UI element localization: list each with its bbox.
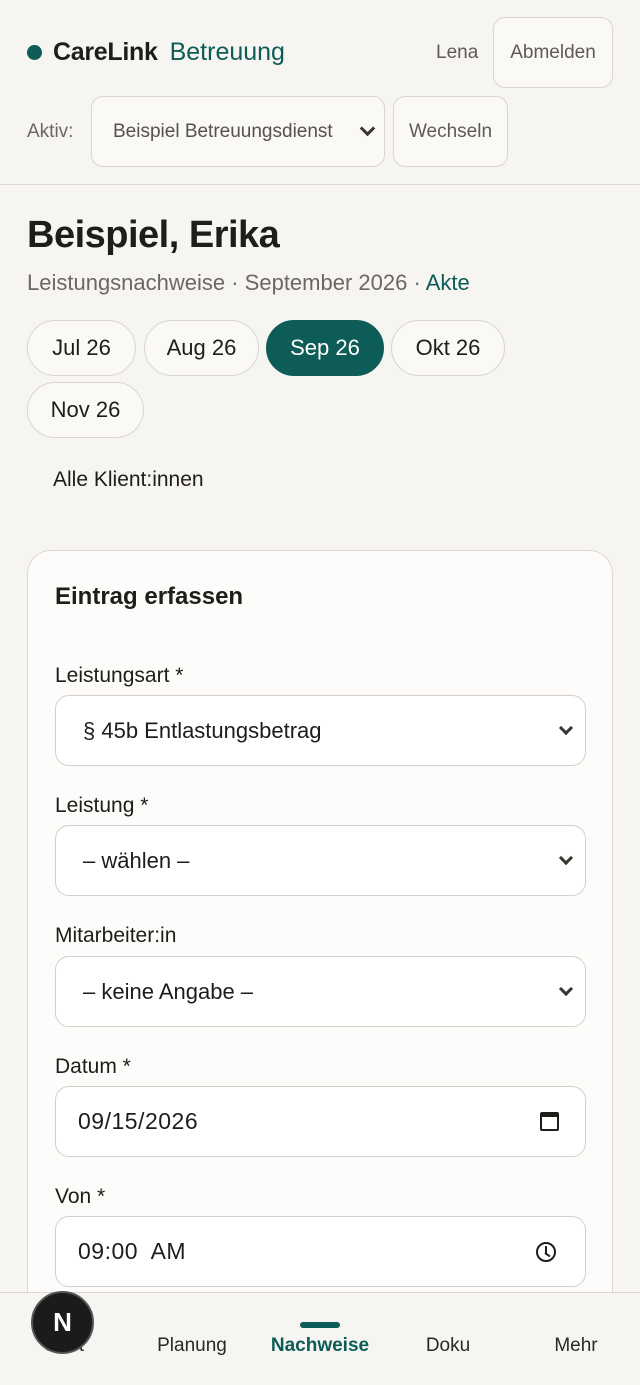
von-input[interactable]: 09:00 AM <box>55 1216 586 1287</box>
month-pill-jul[interactable]: Jul 26 <box>27 320 136 376</box>
von-value: 09:00 AM <box>78 1238 187 1264</box>
nav-item-doku[interactable]: Doku <box>384 1335 512 1357</box>
subtitle-text: Leistungsnachweise · September 2026 · <box>27 270 426 295</box>
dev-badge-icon[interactable]: N <box>31 1291 94 1354</box>
bottom-nav: Start Planung Nachweise Doku Mehr <box>0 1292 640 1385</box>
mitarbeiter-select[interactable]: – keine Angabe – <box>55 956 586 1027</box>
leistungsart-value: § 45b Entlastungsbetrag <box>83 717 322 743</box>
leistung-select[interactable]: – wählen – <box>55 825 586 896</box>
mitarbeiter-label: Mitarbeiter:in <box>55 924 177 947</box>
page-subtitle: Leistungsnachweise · September 2026 · Ak… <box>27 270 470 296</box>
clock-icon[interactable] <box>536 1242 556 1262</box>
calendar-icon[interactable] <box>540 1112 559 1131</box>
datum-label: Datum * <box>55 1055 131 1078</box>
nav-item-nachweise[interactable]: Nachweise <box>256 1335 384 1357</box>
chevron-down-icon <box>558 981 574 997</box>
logout-button[interactable]: Abmelden <box>493 17 613 88</box>
chevron-down-icon <box>558 720 574 736</box>
active-service-label: Aktiv: <box>27 121 74 142</box>
leistung-value: – wählen – <box>83 847 190 873</box>
page-title: Beispiel, Erika <box>27 214 280 256</box>
month-pill-nov[interactable]: Nov 26 <box>27 382 144 438</box>
month-pill-aug[interactable]: Aug 26 <box>144 320 259 376</box>
brand-dot-icon <box>27 44 42 60</box>
chevron-down-icon <box>359 120 376 137</box>
user-name: Lena <box>436 42 479 63</box>
leistung-label: Leistung * <box>55 794 149 817</box>
app-header: CareLink Betreuung Lena Abmelden Aktiv: … <box>0 0 640 185</box>
nav-active-indicator <box>300 1322 340 1328</box>
month-pill-okt[interactable]: Okt 26 <box>391 320 505 376</box>
switch-button[interactable]: Wechseln <box>393 96 508 167</box>
form-title: Eintrag erfassen <box>55 583 244 610</box>
service-select-value: Beispiel Betreuungsdienst <box>113 120 333 142</box>
brand-subtitle: Betreuung <box>169 37 285 66</box>
month-pill-sep[interactable]: Sep 26 <box>266 320 384 376</box>
datum-input[interactable]: 09/15/2026 <box>55 1086 586 1157</box>
brand-logo[interactable]: CareLink Betreuung <box>27 36 285 68</box>
chevron-down-icon <box>558 850 574 866</box>
akte-link[interactable]: Akte <box>426 270 470 295</box>
leistungsart-label: Leistungsart * <box>55 664 184 687</box>
leistungsart-select[interactable]: § 45b Entlastungsbetrag <box>55 695 586 766</box>
service-select[interactable]: Beispiel Betreuungsdienst <box>91 96 385 167</box>
nav-item-planung[interactable]: Planung <box>128 1335 256 1357</box>
nav-item-mehr[interactable]: Mehr <box>512 1335 640 1357</box>
von-label: Von * <box>55 1185 106 1208</box>
all-clients-link[interactable]: Alle Klient:innen <box>53 468 204 492</box>
mitarbeiter-value: – keine Angabe – <box>83 978 254 1004</box>
datum-value: 09/15/2026 <box>78 1108 199 1134</box>
entry-form-card: Eintrag erfassen Leistungsart * § 45b En… <box>27 550 613 1385</box>
brand-name: CareLink <box>53 37 158 66</box>
